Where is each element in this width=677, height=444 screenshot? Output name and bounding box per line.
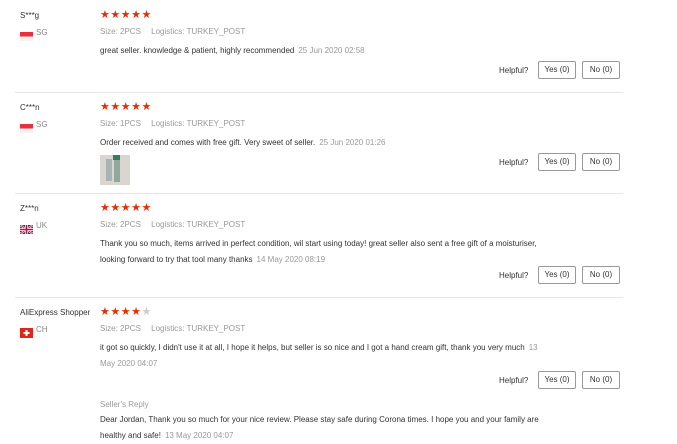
reviewer-name: AliExpress Shopper xyxy=(20,308,91,317)
helpful-label: Helpful? xyxy=(499,158,529,167)
review-meta: Size: 2PCS Logistics: TURKEY_POST xyxy=(100,27,253,36)
seller-reply-date: 13 May 2020 04:07 xyxy=(164,431,234,440)
flag-sg-icon xyxy=(20,28,33,41)
review-size: Size: 2PCS xyxy=(100,27,141,36)
helpful-yes-button[interactable]: Yes (0) xyxy=(538,371,576,389)
helpful-label: Helpful? xyxy=(499,66,529,75)
helpful-label: Helpful? xyxy=(499,376,529,385)
seller-reply-label: Seller's Reply xyxy=(100,400,149,409)
review-logistics: Logistics: TURKEY_POST xyxy=(151,119,246,128)
review-logistics: Logistics: TURKEY_POST xyxy=(151,220,246,229)
review-divider xyxy=(15,193,623,194)
helpful-no-button[interactable]: No (0) xyxy=(582,153,620,171)
review-size: Size: 2PCS xyxy=(100,324,141,333)
review-text-block: Thank you so much, items arrived in perf… xyxy=(100,236,540,268)
helpful-no-button[interactable]: No (0) xyxy=(582,61,620,79)
review-divider xyxy=(15,297,623,298)
review-text-block: great seller. knowledge & patient, highl… xyxy=(100,43,555,59)
review-date: 25 Jun 2020 01:26 xyxy=(319,138,386,147)
review-meta: Size: 2PCS Logistics: TURKEY_POST xyxy=(100,324,253,333)
reviewer-country: SG xyxy=(36,120,48,129)
reviewer-country: UK xyxy=(36,221,48,230)
seller-reply-block: Dear Jordan, Thank you so much for your … xyxy=(100,412,560,444)
helpful-label: Helpful? xyxy=(499,271,529,280)
review-text: great seller. knowledge & patient, highl… xyxy=(100,46,295,55)
review-size: Size: 1PCS xyxy=(100,119,141,128)
flag-ch-icon xyxy=(20,325,33,338)
review-date: 25 Jun 2020 02:58 xyxy=(298,46,365,55)
reviewer-name: Z***n xyxy=(20,204,39,213)
review-photo-thumbnail[interactable] xyxy=(100,155,130,185)
helpful-no-button[interactable]: No (0) xyxy=(582,266,620,284)
star-rating: ★★★★★ xyxy=(100,202,152,214)
reviewer-country: CH xyxy=(36,325,48,334)
review-text-block: Order received and comes with free gift.… xyxy=(100,135,555,151)
reviewer-country: SG xyxy=(36,28,48,37)
review-meta: Size: 1PCS Logistics: TURKEY_POST xyxy=(100,119,253,128)
star-rating: ★★★★★ xyxy=(100,9,152,21)
helpful-no-button[interactable]: No (0) xyxy=(582,371,620,389)
review-text: it got so quickly, I didn't use it at al… xyxy=(100,343,525,352)
reviewer-name: C***n xyxy=(20,103,40,112)
review-logistics: Logistics: TURKEY_POST xyxy=(151,324,246,333)
review-text-block: it got so quickly, I didn't use it at al… xyxy=(100,340,550,372)
star-rating: ★★★★★ xyxy=(100,306,152,318)
review-size: Size: 2PCS xyxy=(100,220,141,229)
review-logistics: Logistics: TURKEY_POST xyxy=(151,27,246,36)
flag-sg-icon xyxy=(20,120,33,133)
review-meta: Size: 2PCS Logistics: TURKEY_POST xyxy=(100,220,253,229)
review-divider xyxy=(15,92,623,93)
review-date: 14 May 2020 08:19 xyxy=(256,255,326,264)
helpful-yes-button[interactable]: Yes (0) xyxy=(538,266,576,284)
reviewer-name: S***g xyxy=(20,11,40,20)
review-text: Order received and comes with free gift.… xyxy=(100,138,316,147)
star-rating: ★★★★★ xyxy=(100,101,152,113)
helpful-yes-button[interactable]: Yes (0) xyxy=(538,153,576,171)
helpful-yes-button[interactable]: Yes (0) xyxy=(538,61,576,79)
flag-uk-icon xyxy=(19,221,34,235)
